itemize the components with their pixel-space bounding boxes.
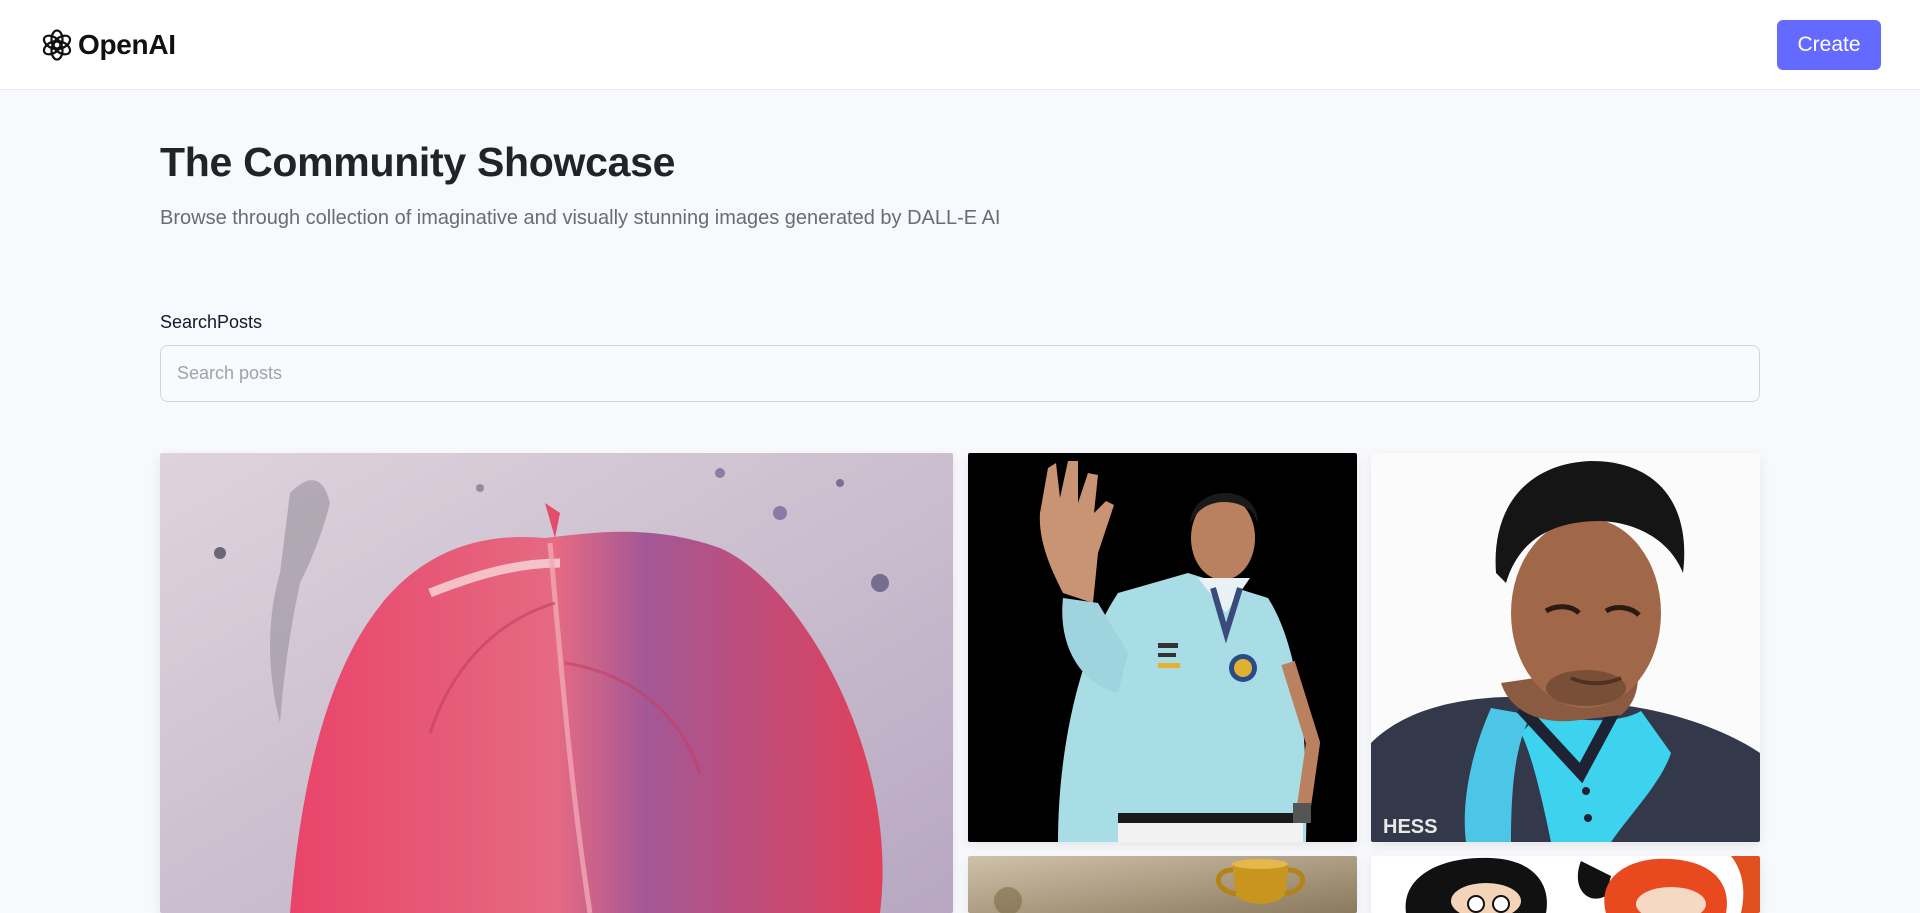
red-leaf-image (160, 453, 953, 913)
brand-name: OpenAI (78, 28, 176, 60)
create-button[interactable]: Create (1777, 19, 1881, 70)
main-content: The Community Showcase Browse through co… (0, 138, 1920, 913)
post-card-trophy[interactable] (968, 856, 1357, 913)
openai-logo-icon (42, 28, 72, 61)
post-card-waving-man[interactable] (968, 453, 1357, 842)
polo-man-image: HESS (1371, 453, 1760, 842)
trophy-image (968, 856, 1357, 913)
search-input[interactable] (160, 345, 1760, 402)
top-nav: OpenAI Create (0, 0, 1920, 90)
page-subtitle: Browse through collection of imaginative… (160, 207, 1001, 229)
page-title: The Community Showcase (160, 139, 676, 185)
post-card-cartoon[interactable] (1371, 856, 1760, 913)
post-card-polo-man[interactable]: HESS (1371, 453, 1760, 842)
waving-man-image (968, 453, 1357, 842)
search-label: SearchPosts (160, 312, 263, 332)
cartoon-image (1371, 856, 1760, 913)
post-gallery: HESS (160, 453, 1760, 913)
openai-logo[interactable]: OpenAI (40, 28, 176, 62)
post-card-red-leaf[interactable] (160, 453, 953, 913)
svg-text:HESS: HESS (1383, 816, 1437, 838)
